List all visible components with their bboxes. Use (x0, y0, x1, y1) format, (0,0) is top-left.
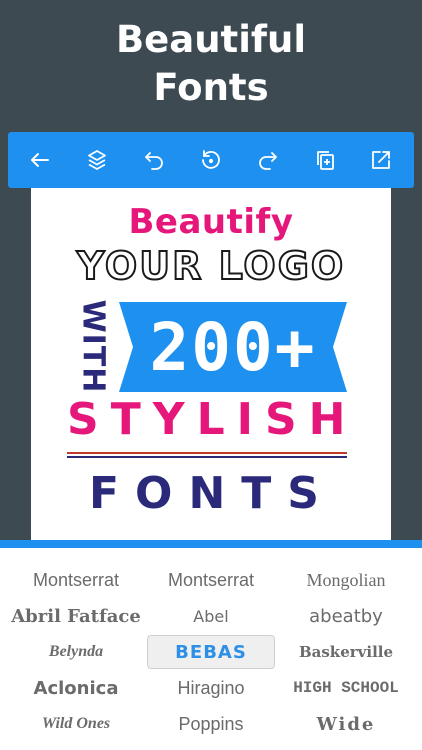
undo-button[interactable] (132, 138, 176, 182)
headline-line-1: Beautiful (115, 18, 307, 61)
redo-button[interactable] (246, 138, 290, 182)
canvas-banner[interactable]: 200+ (119, 302, 347, 392)
back-arrow-icon (31, 153, 50, 167)
font-option-montserrat-2[interactable]: Montserrat (144, 562, 278, 598)
canvas-rule-navy (67, 456, 347, 458)
font-option-wild-ones[interactable]: Wild Ones (8, 706, 144, 742)
reset-button[interactable] (189, 138, 233, 182)
canvas-text-200-plus: 200+ (149, 308, 317, 386)
font-option-aclonica[interactable]: Aclonica (8, 670, 144, 706)
promo-headline: Beautiful Fonts (0, 16, 422, 112)
font-option-abril-fatface[interactable]: Abril Fatface (8, 598, 144, 634)
canvas-text-beautify[interactable]: Beautify (31, 202, 391, 242)
headline-line-2: Fonts (153, 66, 269, 109)
font-option-bebas[interactable]: BEBAS (147, 635, 275, 669)
undo-icon (145, 152, 163, 170)
editor-toolbar (8, 132, 414, 188)
redo-icon (258, 152, 277, 170)
export-icon (372, 151, 391, 169)
canvas-text-with-label: WITH (75, 299, 111, 393)
back-button[interactable] (18, 138, 62, 182)
layers-button[interactable] (75, 138, 119, 182)
canvas-text-with[interactable]: WITH (67, 299, 119, 393)
canvas-text-your-logo[interactable]: YOUR LOGO (31, 243, 391, 289)
canvas-text-stylish[interactable]: STYLISH (67, 394, 357, 445)
font-option-wide[interactable]: Wide (278, 706, 414, 742)
font-option-belynda[interactable]: Belynda (8, 634, 144, 670)
canvas-rule-red (67, 452, 347, 454)
design-canvas[interactable]: Beautify YOUR LOGO WITH 200+ STYLISH FON… (31, 188, 391, 540)
duplicate-button[interactable] (303, 138, 347, 182)
font-option-baskerville[interactable]: Baskerville (278, 634, 414, 670)
font-option-abeatby[interactable]: abeatby (278, 598, 414, 634)
font-option-montserrat-1[interactable]: Montserrat (8, 562, 144, 598)
font-option-mongolian[interactable]: Mongolian (278, 562, 414, 598)
canvas-text-fonts[interactable]: FONTS (67, 468, 357, 519)
duplicate-icon (316, 151, 334, 170)
font-option-hiragino[interactable]: Hiragino (144, 670, 278, 706)
font-option-poppins[interactable]: Poppins (144, 706, 278, 742)
layers-icon (88, 150, 107, 170)
font-picker-panel: Montserrat Montserrat Mongolian Abril Fa… (0, 548, 422, 750)
font-grid: Montserrat Montserrat Mongolian Abril Fa… (8, 562, 414, 742)
font-panel-accent-bar (0, 540, 422, 548)
export-button[interactable] (359, 138, 403, 182)
font-option-high-school[interactable]: HIGH SCHOOL (278, 670, 414, 706)
font-option-abel[interactable]: Abel (144, 598, 278, 634)
reset-icon (202, 150, 220, 169)
